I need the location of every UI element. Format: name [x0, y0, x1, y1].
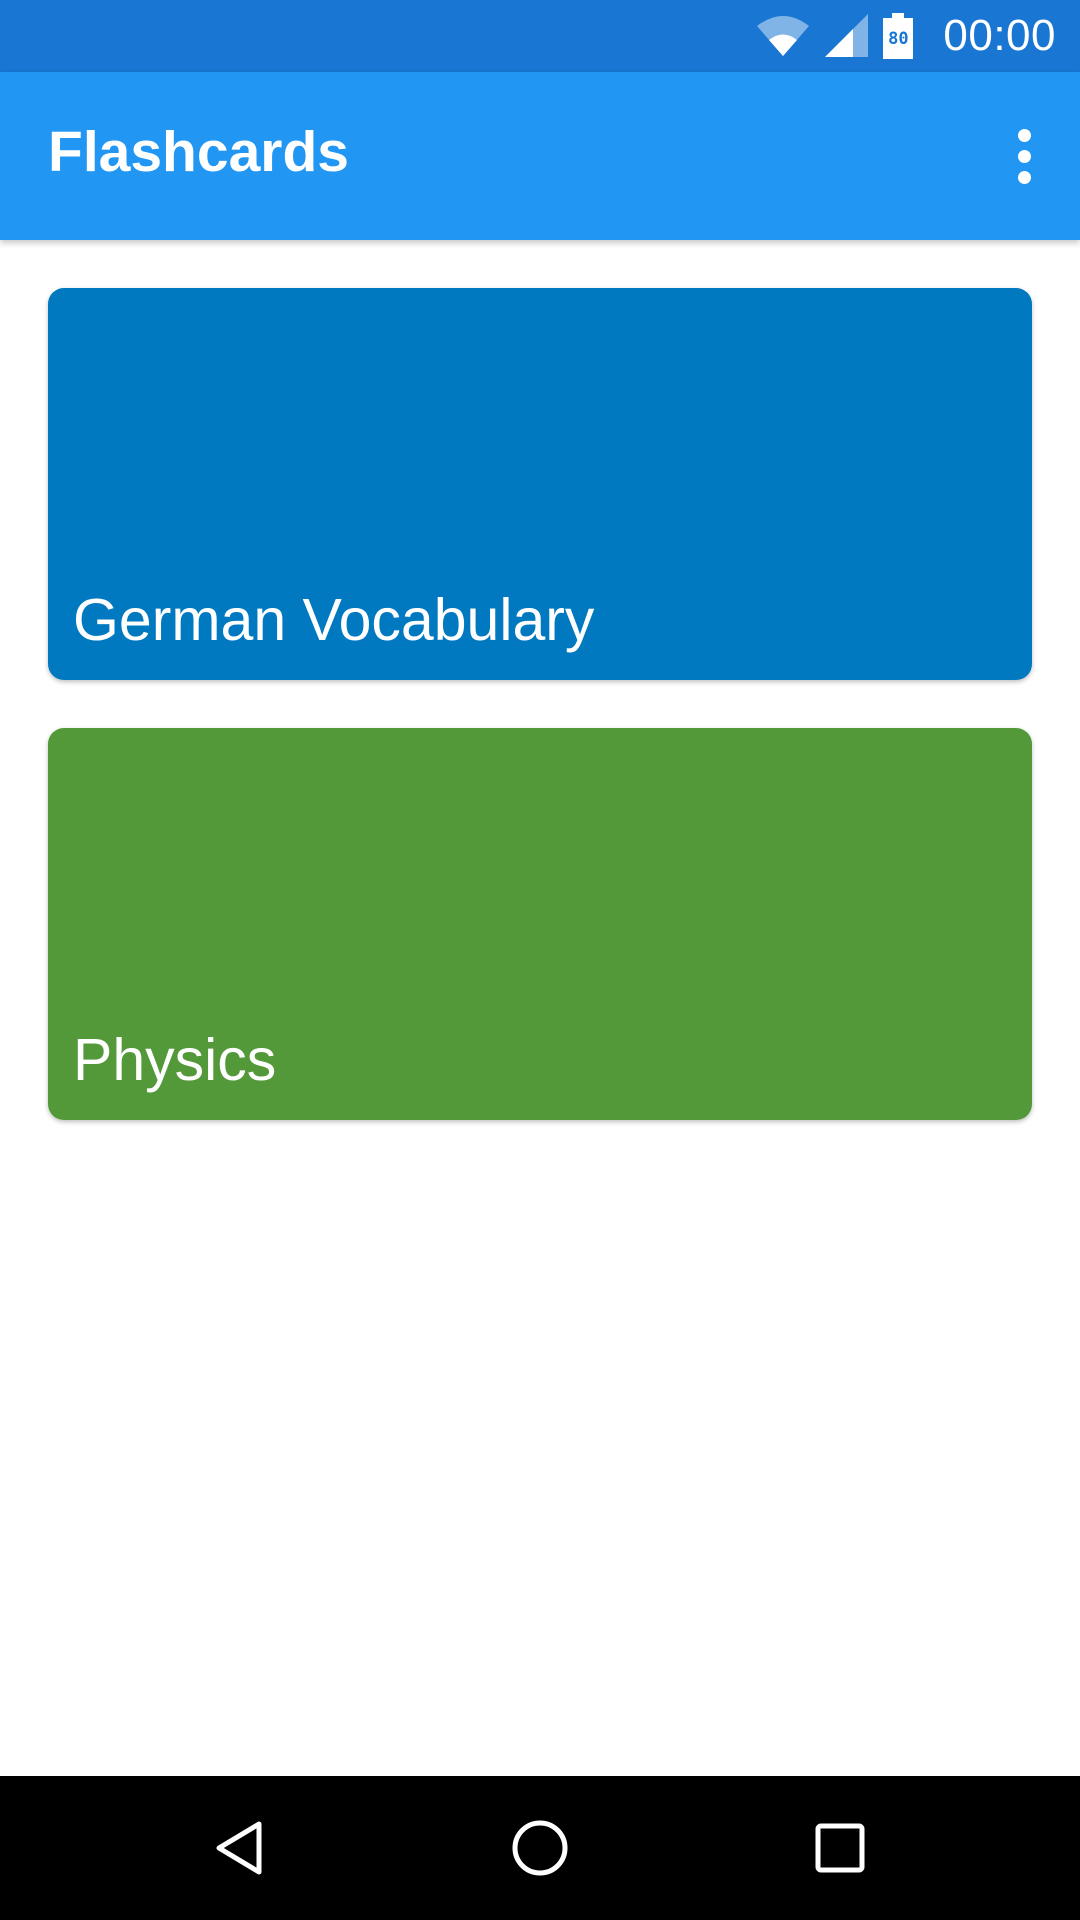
status-time: 00:00: [943, 11, 1056, 60]
status-icons: 80 00:00: [755, 0, 1056, 72]
home-button[interactable]: [490, 1798, 590, 1898]
recents-button[interactable]: [790, 1798, 890, 1898]
screen: 80 00:00 Flashcards German Vocabulary Ph…: [0, 0, 1080, 1920]
home-icon: [512, 1820, 568, 1876]
recents-icon: [815, 1823, 865, 1873]
deck-title: Physics: [73, 1027, 277, 1093]
deck-card-physics[interactable]: Physics: [48, 728, 1032, 1120]
navigation-bar: [0, 1776, 1080, 1920]
app-bar: Flashcards: [0, 72, 1080, 240]
back-icon: [216, 1821, 262, 1875]
more-vert-icon: [1017, 128, 1031, 184]
deck-list: German Vocabulary Physics: [48, 288, 1032, 1168]
back-button[interactable]: [190, 1798, 290, 1898]
battery-icon: 80: [883, 13, 914, 59]
app-title: Flashcards: [48, 120, 349, 184]
deck-title: German Vocabulary: [73, 587, 595, 653]
deck-card-german-vocabulary[interactable]: German Vocabulary: [48, 288, 1032, 680]
cellular-signal-icon: [825, 14, 869, 57]
battery-level: 80: [888, 28, 909, 49]
status-bar: 80 00:00: [0, 0, 1080, 72]
more-options-button[interactable]: [992, 108, 1056, 204]
wifi-icon: [757, 16, 810, 56]
